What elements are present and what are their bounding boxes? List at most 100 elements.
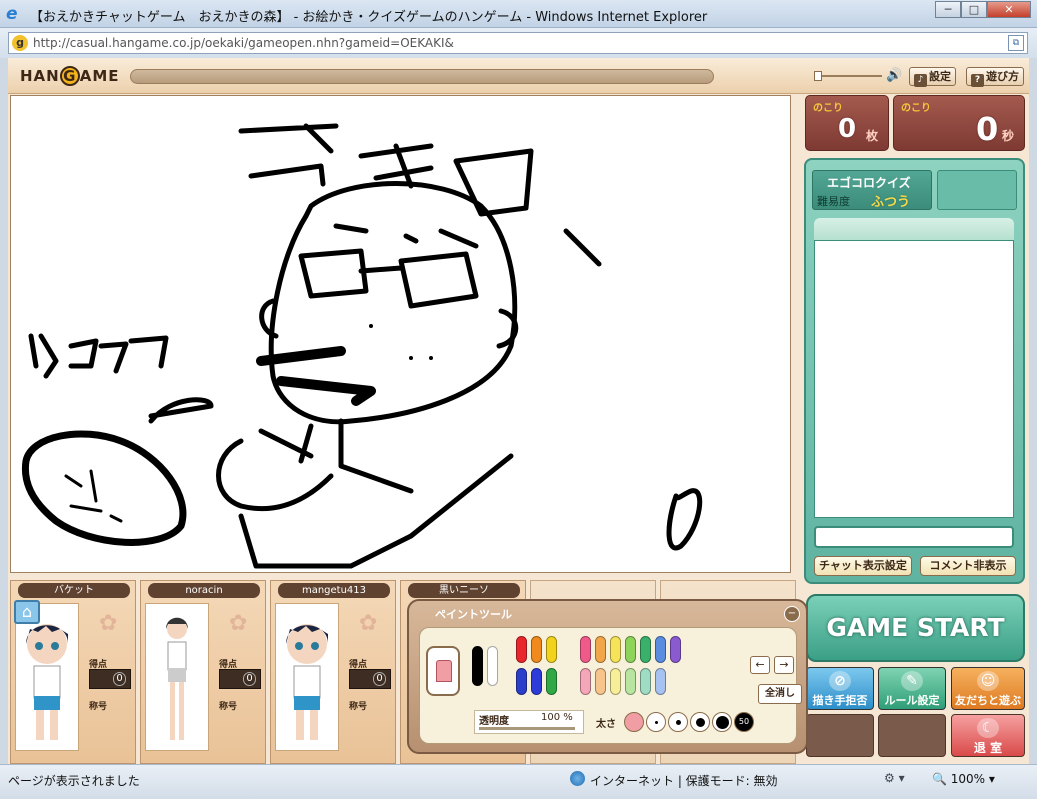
color-swatch[interactable] [655, 668, 666, 695]
color-swatch[interactable] [640, 668, 651, 695]
eraser-tool[interactable] [426, 646, 460, 696]
remaining-label: のこり [813, 103, 843, 114]
paint-tool-panel: ペイントツール − ← → 全消し 透明度 100 % 太さ 50 [407, 599, 808, 754]
color-swatch[interactable] [625, 636, 636, 663]
avatar [145, 603, 209, 751]
clear-all-button[interactable]: 全消し [758, 684, 802, 704]
volume-slider[interactable] [814, 71, 882, 81]
flower-icon: ✿ [229, 611, 248, 636]
quiz-title-box: エゴコロクイズ 難易度 ふつう [812, 170, 932, 210]
compatibility-view-icon[interactable]: ⧉ [1008, 35, 1024, 51]
drawing-canvas[interactable] [10, 95, 791, 573]
redo-button[interactable]: → [774, 656, 794, 674]
color-swatch[interactable] [531, 636, 542, 663]
settings-icon: ♪ [914, 74, 927, 87]
brush-size-option[interactable] [624, 712, 644, 732]
color-swatch[interactable] [655, 636, 666, 663]
chat-display-settings-button[interactable]: チャット表示設定 [814, 556, 912, 576]
reject-drawer-label: 描き手拒否 [812, 694, 868, 707]
title-label: 称号 [89, 702, 108, 712]
color-swatch[interactable] [595, 668, 606, 695]
stroke-blob-text [64, 469, 123, 523]
paint-tools: ← → 全消し 透明度 100 % 太さ 50 [419, 627, 802, 744]
wrench-icon: ✎ [901, 671, 923, 691]
color-swatch[interactable] [640, 636, 651, 663]
difficulty-label: 難易度 [817, 195, 850, 208]
color-swatch[interactable] [580, 636, 591, 663]
difficulty-value: ふつう [871, 195, 911, 210]
opacity-slider[interactable] [479, 727, 575, 730]
addon-icon[interactable]: ⚙ ▾ [884, 771, 905, 785]
play-with-friends-button[interactable]: ☺ 友だちと遊ぶ [951, 667, 1025, 710]
close-button[interactable]: ✕ [987, 1, 1031, 18]
stroke-ears [259, 298, 519, 349]
color-swatch[interactable] [625, 668, 636, 695]
undo-button[interactable]: ← [750, 656, 770, 674]
hide-comments-button[interactable]: コメント非表示 [920, 556, 1016, 576]
hangame-logo[interactable]: HAN G AME [20, 66, 120, 86]
color-swatch[interactable] [610, 668, 621, 695]
rule-settings-button[interactable]: ✎ ルール設定 [878, 667, 946, 710]
minimize-button[interactable]: ─ [935, 1, 961, 18]
seconds-unit: 秒 [1002, 129, 1015, 143]
url-field[interactable]: g http://casual.hangame.co.jp/oekaki/gam… [8, 32, 1028, 54]
brush-size-max[interactable]: 50 [734, 712, 754, 732]
flower-icon: ✿ [359, 611, 378, 636]
paint-minimize-button[interactable]: − [784, 606, 800, 622]
color-swatch[interactable] [546, 668, 557, 695]
score-value: 0 [113, 672, 126, 686]
color-swatch[interactable] [487, 646, 498, 686]
player-name: 黒いニーソ [408, 583, 520, 598]
disabled-slot [878, 714, 946, 757]
play-with-friends-label: 友だちと遊ぶ [955, 694, 1021, 707]
globe-icon [570, 771, 585, 786]
chat-input[interactable] [814, 526, 1014, 548]
maximize-button[interactable]: □ [961, 1, 987, 18]
score-value: 0 [243, 672, 256, 686]
brush-size-option[interactable] [646, 712, 666, 732]
color-swatch[interactable] [516, 636, 527, 663]
url-text[interactable]: http://casual.hangame.co.jp/oekaki/gameo… [33, 36, 454, 50]
settings-button[interactable]: ♪ 設定 [909, 67, 956, 87]
title-label: 称号 [219, 702, 238, 712]
howto-button[interactable]: ? 遊び方 [966, 67, 1024, 87]
address-bar: g http://casual.hangame.co.jp/oekaki/gam… [0, 28, 1037, 58]
drawing-strokes [21, 123, 703, 569]
brush-size-option[interactable] [690, 712, 710, 732]
security-zone[interactable]: インターネット | 保護モード: 無効 [590, 772, 778, 789]
color-swatch[interactable] [580, 668, 591, 695]
remaining-time-panel: のこり 0 秒 [893, 95, 1025, 151]
opacity-control[interactable]: 透明度 100 % [474, 710, 584, 734]
seconds-value: 0 [976, 110, 999, 148]
score-value: 0 [373, 672, 386, 686]
color-swatch[interactable] [670, 636, 681, 663]
player-card[interactable]: noracin ✿ 得点 0 称号 [140, 580, 266, 764]
brush-size-option[interactable] [712, 712, 732, 732]
reject-drawer-button[interactable]: ⊘ 描き手拒否 [806, 667, 874, 710]
color-swatch[interactable] [472, 646, 483, 686]
color-swatch[interactable] [610, 636, 621, 663]
title-bar: e 【おえかきチャットゲーム おえかきの森】 - お絵かき・クイズゲームのハンゲ… [0, 0, 1037, 28]
exit-room-button[interactable]: ☾ 退 室 [951, 714, 1025, 757]
stroke-katakata [28, 333, 169, 379]
color-swatch[interactable] [546, 636, 557, 663]
stroke-dash2 [148, 397, 214, 424]
cards-unit: 枚 [866, 129, 879, 143]
volume-track [814, 75, 882, 77]
color-swatch[interactable] [516, 668, 527, 695]
zoom-level[interactable]: 🔍 100% ▾ [932, 772, 995, 786]
game-start-button[interactable]: GAME START [806, 594, 1025, 662]
color-swatch[interactable] [595, 636, 606, 663]
chat-log[interactable] [814, 240, 1014, 518]
opacity-label: 透明度 [479, 716, 509, 727]
volume-knob[interactable] [814, 71, 822, 81]
speaker-icon[interactable]: 🔊 [886, 68, 902, 83]
quiz-name: エゴコロクイズ [827, 176, 911, 190]
stroke-glasses [298, 248, 479, 309]
stroke-neck [298, 418, 414, 494]
brush-size-option[interactable] [668, 712, 688, 732]
player-card[interactable]: mangetu413 ✿ 得点 0 称号 [270, 580, 396, 764]
title-label: 称号 [349, 702, 368, 712]
home-icon[interactable]: ⌂ [14, 600, 40, 624]
color-swatch[interactable] [531, 668, 542, 695]
